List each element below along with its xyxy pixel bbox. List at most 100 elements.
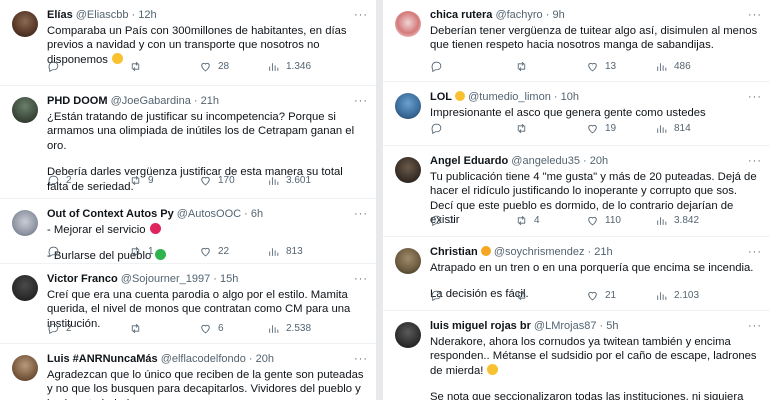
reply-icon: [431, 123, 442, 135]
like-button[interactable]: 6: [199, 322, 224, 335]
views-icon: [269, 325, 279, 333]
author-name[interactable]: luis miguel rojas br: [430, 320, 531, 332]
tweet[interactable]: ··· Out of Context Autos Py @AutosOOC · 6…: [0, 199, 376, 264]
avatar[interactable]: [12, 11, 38, 37]
retweet-icon: [517, 123, 526, 134]
tweet-text: Impresionante el asco que genera gente c…: [430, 107, 706, 119]
reply-button[interactable]: [430, 60, 449, 73]
right-reply-column: ··· chica rutera @fachyro · 9h Deberían te…: [383, 0, 770, 400]
crescent-moon-emoji-icon: [478, 246, 491, 258]
tweet[interactable]: ··· Christian @soychrismendez · 21h Atrapa…: [383, 237, 770, 311]
retweet-button[interactable]: 4: [515, 214, 540, 227]
views-button[interactable]: 3.601: [267, 174, 311, 187]
author-name[interactable]: LOL: [430, 91, 452, 103]
tweet[interactable]: ··· Victor Franco @Sojourner_1997 · 15h Cr…: [0, 264, 376, 344]
avatar[interactable]: [12, 355, 38, 381]
reply-icon: [431, 215, 442, 227]
timestamp[interactable]: 15h: [220, 273, 238, 285]
tweet[interactable]: ··· Elías @Eliascbb · 12h Comparaba un Paí…: [0, 0, 376, 86]
timestamp[interactable]: 12h: [138, 9, 156, 21]
column-divider: [376, 0, 383, 400]
timestamp[interactable]: 9h: [552, 9, 564, 21]
tweet[interactable]: ··· PHD DOOM @JoeGabardina · 21h ¿Están tr…: [0, 86, 376, 199]
retweet-button[interactable]: [515, 289, 534, 302]
author-name[interactable]: chica rutera: [430, 9, 492, 21]
like-button[interactable]: 21: [586, 289, 616, 302]
reply-button[interactable]: [430, 122, 449, 135]
tweet[interactable]: ··· LOL @tumedio_limon · 10h Impresionante…: [383, 82, 770, 146]
reply-button[interactable]: 2: [47, 322, 72, 335]
timestamp[interactable]: 5h: [606, 320, 618, 332]
author-name[interactable]: Luis #ANRNuncaMás: [47, 353, 158, 365]
author-name[interactable]: Angel Eduardo: [430, 155, 508, 167]
views-button[interactable]: 814: [655, 122, 691, 135]
avatar[interactable]: [395, 322, 421, 348]
tweet[interactable]: ··· Luis #ANRNuncaMás @elflacodelfondo · …: [0, 344, 376, 400]
retweet-button[interactable]: 9: [129, 174, 154, 187]
retweet-button[interactable]: [515, 122, 534, 135]
timestamp[interactable]: 6h: [251, 208, 263, 220]
reply-button[interactable]: [47, 245, 66, 258]
views-button[interactable]: 1.346: [267, 60, 311, 73]
retweet-button[interactable]: 1: [129, 245, 154, 258]
author-handle[interactable]: @LMrojas87: [534, 320, 597, 332]
author-handle[interactable]: @elflacodelfondo: [161, 353, 246, 365]
tweet-actions: 2 9 170 3.601: [47, 174, 366, 188]
retweet-button[interactable]: [515, 60, 534, 73]
author-name[interactable]: Victor Franco: [47, 273, 118, 285]
author-handle[interactable]: @Sojourner_1997: [121, 273, 210, 285]
reply-button[interactable]: [47, 60, 66, 73]
timestamp[interactable]: 10h: [561, 91, 579, 103]
retweet-icon: [517, 290, 526, 301]
tweet-actions: 21 2.103: [430, 289, 760, 303]
retweet-icon: [517, 215, 526, 226]
author-handle[interactable]: @Eliascbb: [76, 9, 129, 21]
views-button[interactable]: 486: [655, 60, 691, 73]
views-button[interactable]: 2.103: [655, 289, 699, 302]
like-button[interactable]: 19: [586, 122, 616, 135]
author-handle[interactable]: @fachyro: [495, 9, 542, 21]
avatar[interactable]: [395, 248, 421, 274]
reply-button[interactable]: 2: [47, 174, 72, 187]
tweet[interactable]: ··· chica rutera @fachyro · 9h Deberían te…: [383, 0, 770, 82]
tweet-actions: 13 486: [430, 60, 760, 74]
heart-icon: [588, 62, 597, 72]
tweet[interactable]: ··· luis miguel rojas br @LMrojas87 · 5h N…: [383, 311, 770, 400]
avatar[interactable]: [395, 11, 421, 37]
like-button[interactable]: 110: [586, 214, 621, 227]
views-button[interactable]: 2.538: [267, 322, 311, 335]
avatar[interactable]: [12, 210, 38, 236]
retweet-button[interactable]: [129, 322, 148, 335]
timestamp[interactable]: 20h: [590, 155, 608, 167]
author-handle[interactable]: @tumedio_limon: [468, 91, 551, 103]
avatar[interactable]: [12, 97, 38, 123]
like-button[interactable]: 170: [199, 174, 235, 187]
author-name[interactable]: Out of Context Autos Py: [47, 208, 174, 220]
avatar[interactable]: [12, 275, 38, 301]
author-handle[interactable]: @soychrismendez: [494, 246, 585, 258]
reply-button[interactable]: [430, 289, 449, 302]
views-button[interactable]: 813: [267, 245, 303, 258]
views-icon: [657, 125, 667, 133]
author-handle[interactable]: @angeledu35: [511, 155, 580, 167]
avatar[interactable]: [395, 93, 421, 119]
views-button[interactable]: 3.842: [655, 214, 699, 227]
author-handle[interactable]: @JoeGabardina: [111, 95, 191, 107]
reply-button[interactable]: 1: [430, 214, 455, 227]
tweet[interactable]: ··· Angel Eduardo @angeledu35 · 20h Tu pub…: [383, 146, 770, 237]
timestamp[interactable]: 21h: [594, 246, 612, 258]
author-handle[interactable]: @AutosOOC: [177, 208, 241, 220]
reply-icon: [431, 61, 442, 73]
author-name[interactable]: PHD DOOM: [47, 95, 108, 107]
timestamp[interactable]: 20h: [256, 353, 274, 365]
like-button[interactable]: 28: [199, 60, 229, 73]
avatar[interactable]: [395, 157, 421, 183]
views-icon: [269, 63, 279, 71]
tweet-actions: 28 1.346: [47, 60, 366, 74]
author-name[interactable]: Elías: [47, 9, 73, 21]
like-button[interactable]: 22: [199, 245, 229, 258]
timestamp[interactable]: 21h: [201, 95, 219, 107]
author-name[interactable]: Christian: [430, 246, 478, 258]
retweet-button[interactable]: [129, 60, 148, 73]
like-button[interactable]: 13: [586, 60, 616, 73]
